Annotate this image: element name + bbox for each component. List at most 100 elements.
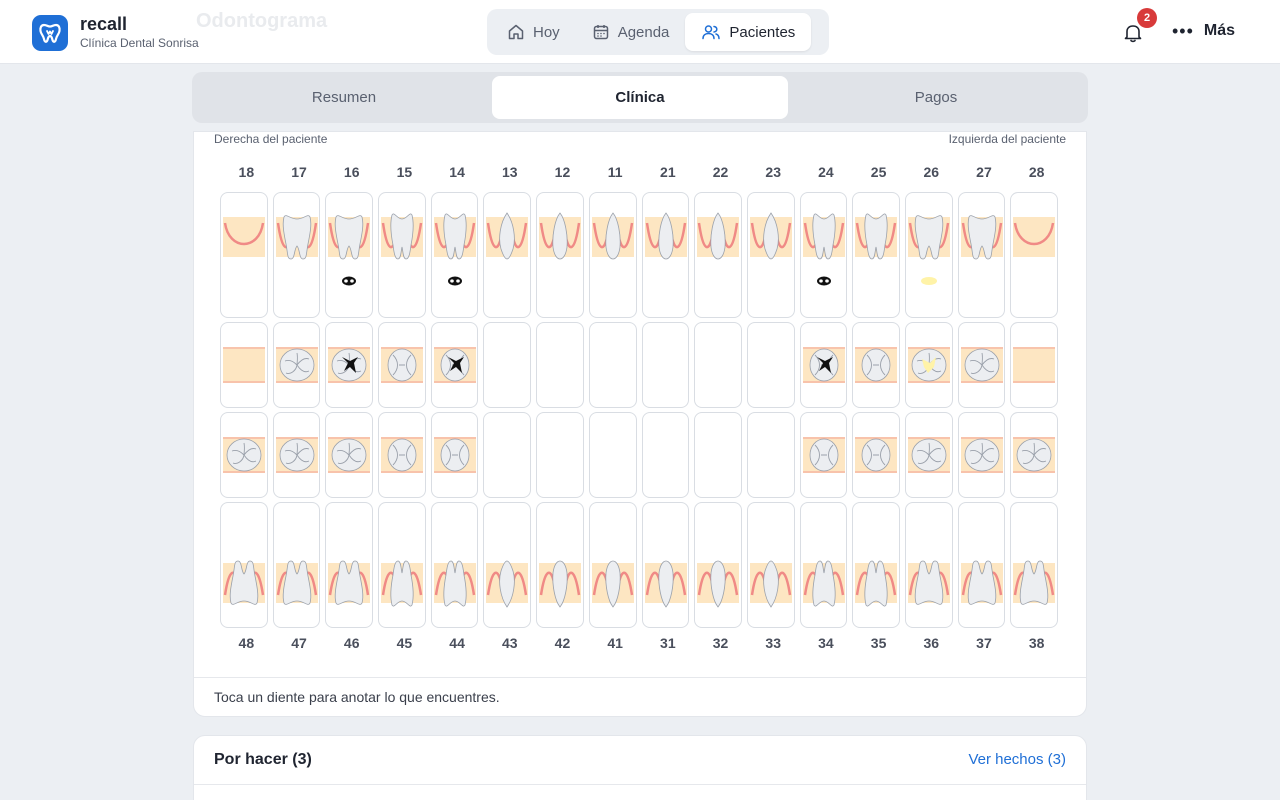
tab-pagos[interactable]: Pagos xyxy=(788,76,1084,119)
tab-clinica[interactable]: Clínica xyxy=(492,76,788,119)
lower-buccal-tooth-cell[interactable] xyxy=(588,502,637,628)
lower-buccal-tooth-cell[interactable] xyxy=(852,502,900,628)
upper-occlusal-tooth-cell[interactable] xyxy=(483,322,532,408)
upper-buccal-tooth-cell[interactable] xyxy=(220,192,268,318)
tasks-card: Por hacer (3) Ver hechos (3) xyxy=(193,735,1087,800)
lower-buccal-tooth-cell[interactable] xyxy=(904,502,953,628)
lower-buccal-tooth-cell[interactable] xyxy=(325,502,374,628)
more-label: Más xyxy=(1203,22,1236,39)
upper-buccal-tooth-cell[interactable] xyxy=(852,192,900,318)
upper-buccal-tooth-cell[interactable] xyxy=(957,192,1006,318)
nav-item-agenda[interactable]: Agenda xyxy=(576,13,686,51)
lower-buccal-tooth-cell[interactable] xyxy=(430,502,479,628)
lower-occlusal-tooth-cell[interactable] xyxy=(957,412,1006,498)
upper-buccal-tooth-cell[interactable] xyxy=(1010,192,1058,318)
tasks-title: Por hacer (3) xyxy=(214,751,312,768)
lower-number: 46 xyxy=(343,635,360,651)
patient-left-label: Izquierda del paciente xyxy=(948,132,1066,146)
lower-occlusal-tooth-cell[interactable] xyxy=(272,412,321,498)
upper-occlusal-tooth-cell[interactable] xyxy=(588,322,637,408)
upper-occlusal-tooth-cell[interactable] xyxy=(325,322,374,408)
lower-number: 41 xyxy=(607,635,623,651)
upper-occlusal-tooth-cell[interactable] xyxy=(536,322,584,408)
upper-buccal-tooth-cell[interactable] xyxy=(641,192,690,318)
lower-buccal-tooth-cell[interactable] xyxy=(220,502,268,628)
lower-buccal-tooth-cell[interactable] xyxy=(378,502,426,628)
upper-buccal-tooth-cell[interactable] xyxy=(904,192,953,318)
lower-number: 44 xyxy=(449,635,465,651)
upper-occlusal-tooth-cell[interactable] xyxy=(746,322,795,408)
view-done-link[interactable]: Ver hechos (3) xyxy=(968,751,1066,768)
lower-number: 47 xyxy=(291,635,307,651)
top-header: Odontograma recall Clínica Dental Sonris… xyxy=(0,0,1280,64)
upper-number: 13 xyxy=(501,164,518,180)
lower-buccal-tooth-cell[interactable] xyxy=(641,502,690,628)
lower-occlusal-tooth-cell[interactable] xyxy=(220,412,268,498)
brand[interactable]: recall Clínica Dental Sonrisa xyxy=(32,14,199,51)
more-menu-button[interactable]: ••• Más xyxy=(1172,20,1235,42)
nav-item-pacientes[interactable]: Pacientes xyxy=(685,13,812,51)
upper-occlusal-tooth-cell[interactable] xyxy=(272,322,321,408)
upper-occlusal-tooth-cell[interactable] xyxy=(957,322,1006,408)
lower-buccal-tooth-cell[interactable] xyxy=(746,502,795,628)
lower-number: 35 xyxy=(870,635,887,651)
lower-occlusal-tooth-cell[interactable] xyxy=(430,412,479,498)
upper-occlusal-tooth-cell[interactable] xyxy=(220,322,268,408)
upper-occlusal-tooth-cell[interactable] xyxy=(430,322,479,408)
app-name: recall xyxy=(80,14,128,34)
upper-buccal-row xyxy=(220,192,1063,318)
upper-buccal-tooth-cell[interactable] xyxy=(694,192,742,318)
upper-buccal-tooth-cell[interactable] xyxy=(483,192,532,318)
upper-occlusal-tooth-cell[interactable] xyxy=(641,322,690,408)
lower-buccal-tooth-cell[interactable] xyxy=(1010,502,1058,628)
lower-occlusal-tooth-cell[interactable] xyxy=(694,412,742,498)
lower-occlusal-tooth-cell[interactable] xyxy=(852,412,900,498)
lower-occlusal-tooth-cell[interactable] xyxy=(483,412,532,498)
patient-right-label: Derecha del paciente xyxy=(214,132,328,146)
upper-buccal-tooth-cell[interactable] xyxy=(588,192,637,318)
lower-number: 42 xyxy=(554,635,571,651)
upper-buccal-tooth-cell[interactable] xyxy=(430,192,479,318)
upper-number: 15 xyxy=(396,164,413,180)
upper-number: 27 xyxy=(976,164,992,180)
tab-resumen[interactable]: Resumen xyxy=(196,76,492,119)
lower-number: 32 xyxy=(712,635,729,651)
upper-buccal-tooth-cell[interactable] xyxy=(325,192,374,318)
upper-number: 14 xyxy=(449,164,465,180)
upper-buccal-tooth-cell[interactable] xyxy=(536,192,584,318)
lower-buccal-tooth-cell[interactable] xyxy=(799,502,848,628)
upper-number: 21 xyxy=(660,164,676,180)
lower-buccal-tooth-cell[interactable] xyxy=(536,502,584,628)
upper-occlusal-tooth-cell[interactable] xyxy=(1010,322,1058,408)
lower-occlusal-tooth-cell[interactable] xyxy=(588,412,637,498)
lower-buccal-tooth-cell[interactable] xyxy=(957,502,1006,628)
lower-number: 33 xyxy=(765,635,781,651)
ghost-page-title: Odontograma xyxy=(196,10,328,32)
lower-buccal-tooth-cell[interactable] xyxy=(272,502,321,628)
tasks-divider xyxy=(194,784,1086,785)
lower-occlusal-tooth-cell[interactable] xyxy=(746,412,795,498)
upper-occlusal-row xyxy=(220,322,1063,408)
lower-occlusal-tooth-cell[interactable] xyxy=(1010,412,1058,498)
upper-number: 18 xyxy=(238,164,255,180)
upper-occlusal-tooth-cell[interactable] xyxy=(904,322,953,408)
lower-occlusal-tooth-cell[interactable] xyxy=(325,412,374,498)
upper-occlusal-tooth-cell[interactable] xyxy=(799,322,848,408)
lower-number: 36 xyxy=(923,635,940,651)
lower-buccal-tooth-cell[interactable] xyxy=(694,502,742,628)
upper-occlusal-tooth-cell[interactable] xyxy=(694,322,742,408)
upper-buccal-tooth-cell[interactable] xyxy=(378,192,426,318)
nav-item-hoy[interactable]: Hoy xyxy=(491,13,576,51)
lower-occlusal-tooth-cell[interactable] xyxy=(378,412,426,498)
lower-occlusal-tooth-cell[interactable] xyxy=(536,412,584,498)
upper-buccal-tooth-cell[interactable] xyxy=(799,192,848,318)
lower-occlusal-tooth-cell[interactable] xyxy=(904,412,953,498)
upper-buccal-tooth-cell[interactable] xyxy=(746,192,795,318)
upper-buccal-tooth-cell[interactable] xyxy=(272,192,321,318)
upper-occlusal-tooth-cell[interactable] xyxy=(852,322,900,408)
lower-occlusal-tooth-cell[interactable] xyxy=(799,412,848,498)
upper-occlusal-tooth-cell[interactable] xyxy=(378,322,426,408)
lower-buccal-tooth-cell[interactable] xyxy=(483,502,532,628)
lower-buccal-row xyxy=(220,502,1063,628)
lower-occlusal-tooth-cell[interactable] xyxy=(641,412,690,498)
